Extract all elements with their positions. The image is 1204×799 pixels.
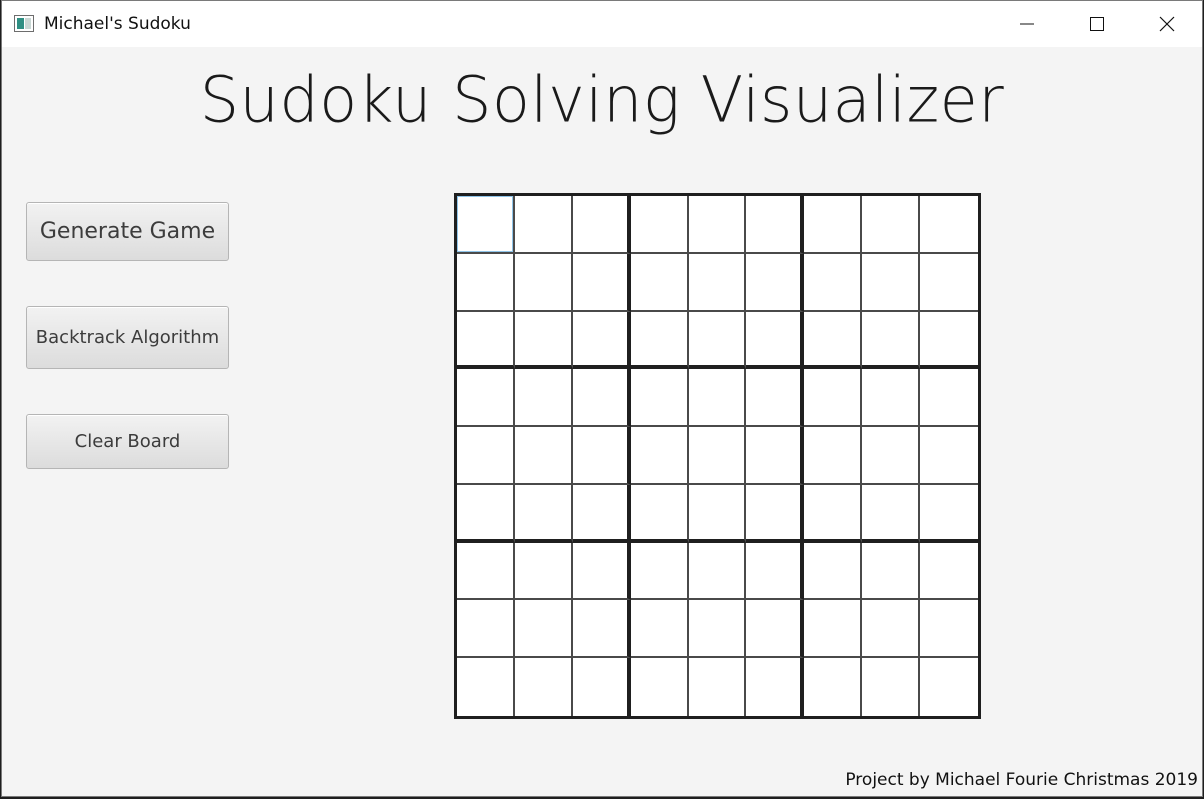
sudoku-cell[interactable]: [688, 196, 747, 254]
sudoku-cell[interactable]: [630, 484, 689, 543]
sudoku-cell[interactable]: [572, 196, 631, 254]
sudoku-cell[interactable]: [862, 253, 921, 312]
sudoku-cell[interactable]: [572, 369, 631, 428]
sudoku-cell[interactable]: [804, 311, 863, 370]
sudoku-cell[interactable]: [920, 427, 978, 485]
sudoku-cell[interactable]: [862, 658, 921, 716]
sudoku-cell[interactable]: [862, 542, 921, 601]
sudoku-cell[interactable]: [457, 253, 515, 312]
sudoku-cell[interactable]: [457, 484, 515, 543]
sudoku-cell[interactable]: [920, 311, 978, 370]
sudoku-cell[interactable]: [514, 196, 573, 254]
sudoku-cell[interactable]: [862, 427, 921, 485]
window-title: Michael's Sudoku: [44, 14, 191, 34]
sudoku-cell[interactable]: [514, 542, 573, 601]
sudoku-cell[interactable]: [746, 427, 805, 485]
sudoku-cell[interactable]: [630, 253, 689, 312]
page-title: Sudoku Solving Visualizer: [199, 62, 1005, 137]
sudoku-cell[interactable]: [688, 658, 747, 716]
clear-board-button[interactable]: Clear Board: [26, 414, 229, 469]
sudoku-cell[interactable]: [688, 600, 747, 659]
sudoku-cell[interactable]: [514, 484, 573, 543]
sudoku-cell[interactable]: [572, 311, 631, 370]
sudoku-cell[interactable]: [572, 253, 631, 312]
sudoku-cell[interactable]: [457, 427, 515, 485]
backtrack-algorithm-button[interactable]: Backtrack Algorithm: [26, 306, 229, 369]
sudoku-cell[interactable]: [920, 658, 978, 716]
sudoku-cell[interactable]: [920, 542, 978, 601]
sudoku-cell[interactable]: [804, 253, 863, 312]
sudoku-board: [454, 193, 981, 719]
sudoku-cell[interactable]: [746, 542, 805, 601]
sudoku-cell[interactable]: [804, 196, 863, 254]
sudoku-cell[interactable]: [862, 311, 921, 370]
sudoku-cell[interactable]: [514, 427, 573, 485]
title-bar[interactable]: Michael's Sudoku: [2, 1, 1202, 47]
sudoku-cell[interactable]: [804, 600, 863, 659]
app-window-icon: [14, 15, 34, 32]
sudoku-cell[interactable]: [920, 369, 978, 428]
sudoku-cell[interactable]: [746, 253, 805, 312]
sudoku-cell[interactable]: [688, 311, 747, 370]
sudoku-cell[interactable]: [630, 311, 689, 370]
sudoku-cell[interactable]: [572, 484, 631, 543]
app-window: Michael's Sudoku Sudoku Solving Visualiz…: [1, 0, 1203, 797]
close-icon: [1159, 16, 1175, 32]
sudoku-cell[interactable]: [572, 600, 631, 659]
sudoku-cell[interactable]: [920, 196, 978, 254]
sudoku-cell[interactable]: [457, 311, 515, 370]
sudoku-cell[interactable]: [457, 369, 515, 428]
sudoku-cell[interactable]: [630, 427, 689, 485]
sudoku-cell[interactable]: [688, 542, 747, 601]
close-button[interactable]: [1132, 1, 1202, 47]
sudoku-cell[interactable]: [920, 484, 978, 543]
minimize-button[interactable]: [992, 1, 1062, 47]
sudoku-cell[interactable]: [920, 600, 978, 659]
sudoku-cell[interactable]: [688, 369, 747, 428]
sudoku-cell[interactable]: [514, 658, 573, 716]
sudoku-cell[interactable]: [514, 253, 573, 312]
sudoku-cell[interactable]: [804, 658, 863, 716]
sudoku-cell[interactable]: [630, 658, 689, 716]
sudoku-cell[interactable]: [746, 196, 805, 254]
sudoku-cell[interactable]: [804, 542, 863, 601]
sudoku-cell[interactable]: [688, 427, 747, 485]
sudoku-cell[interactable]: [457, 196, 515, 254]
sudoku-cell[interactable]: [514, 369, 573, 428]
sudoku-cell[interactable]: [862, 196, 921, 254]
sudoku-cell[interactable]: [920, 253, 978, 312]
sudoku-cell[interactable]: [746, 369, 805, 428]
sudoku-cell[interactable]: [457, 658, 515, 716]
sudoku-cell[interactable]: [572, 658, 631, 716]
sudoku-cell[interactable]: [862, 484, 921, 543]
sudoku-cell[interactable]: [688, 484, 747, 543]
sudoku-cell[interactable]: [804, 484, 863, 543]
generate-game-button[interactable]: Generate Game: [26, 202, 229, 261]
maximize-icon: [1090, 17, 1104, 31]
sudoku-cell[interactable]: [804, 369, 863, 428]
sudoku-cell[interactable]: [457, 600, 515, 659]
sudoku-cell[interactable]: [630, 369, 689, 428]
sudoku-cell[interactable]: [804, 427, 863, 485]
footer-credit: Project by Michael Fourie Christmas 2019: [845, 770, 1198, 790]
maximize-button[interactable]: [1062, 1, 1132, 47]
sudoku-cell[interactable]: [862, 369, 921, 428]
sudoku-cell[interactable]: [630, 600, 689, 659]
sudoku-cell[interactable]: [572, 427, 631, 485]
sudoku-cell[interactable]: [746, 600, 805, 659]
sudoku-cell[interactable]: [862, 600, 921, 659]
sudoku-cell[interactable]: [746, 311, 805, 370]
sudoku-cell[interactable]: [457, 542, 515, 601]
sudoku-cell[interactable]: [746, 484, 805, 543]
sudoku-cell[interactable]: [572, 542, 631, 601]
sudoku-cell[interactable]: [688, 253, 747, 312]
sudoku-cell[interactable]: [746, 658, 805, 716]
sudoku-cell[interactable]: [514, 311, 573, 370]
sudoku-cell[interactable]: [630, 196, 689, 254]
sudoku-cell[interactable]: [630, 542, 689, 601]
sudoku-cell[interactable]: [514, 600, 573, 659]
minimize-icon: [1020, 23, 1034, 25]
